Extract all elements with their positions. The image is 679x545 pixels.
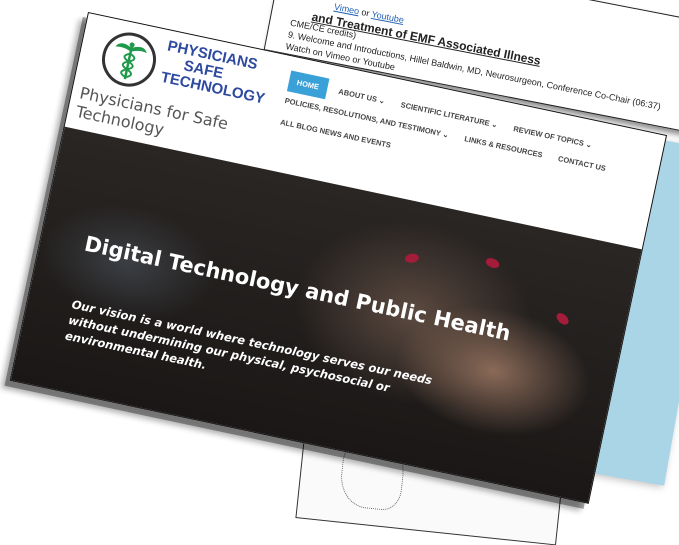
hero-image-detail bbox=[404, 252, 420, 264]
nav-about-us[interactable]: ABOUT US ⌄ bbox=[338, 87, 386, 106]
logo-wordmark[interactable]: PHYSICIANS SAFE TECHNOLOGY bbox=[159, 37, 273, 107]
hero-image-detail bbox=[554, 310, 571, 327]
caduceus-logo-icon[interactable] bbox=[96, 27, 162, 92]
hero-banner: Digital Technology and Public Health Our… bbox=[10, 126, 642, 504]
nav-home[interactable]: HOME bbox=[286, 70, 329, 100]
hero-image-detail bbox=[484, 256, 501, 270]
